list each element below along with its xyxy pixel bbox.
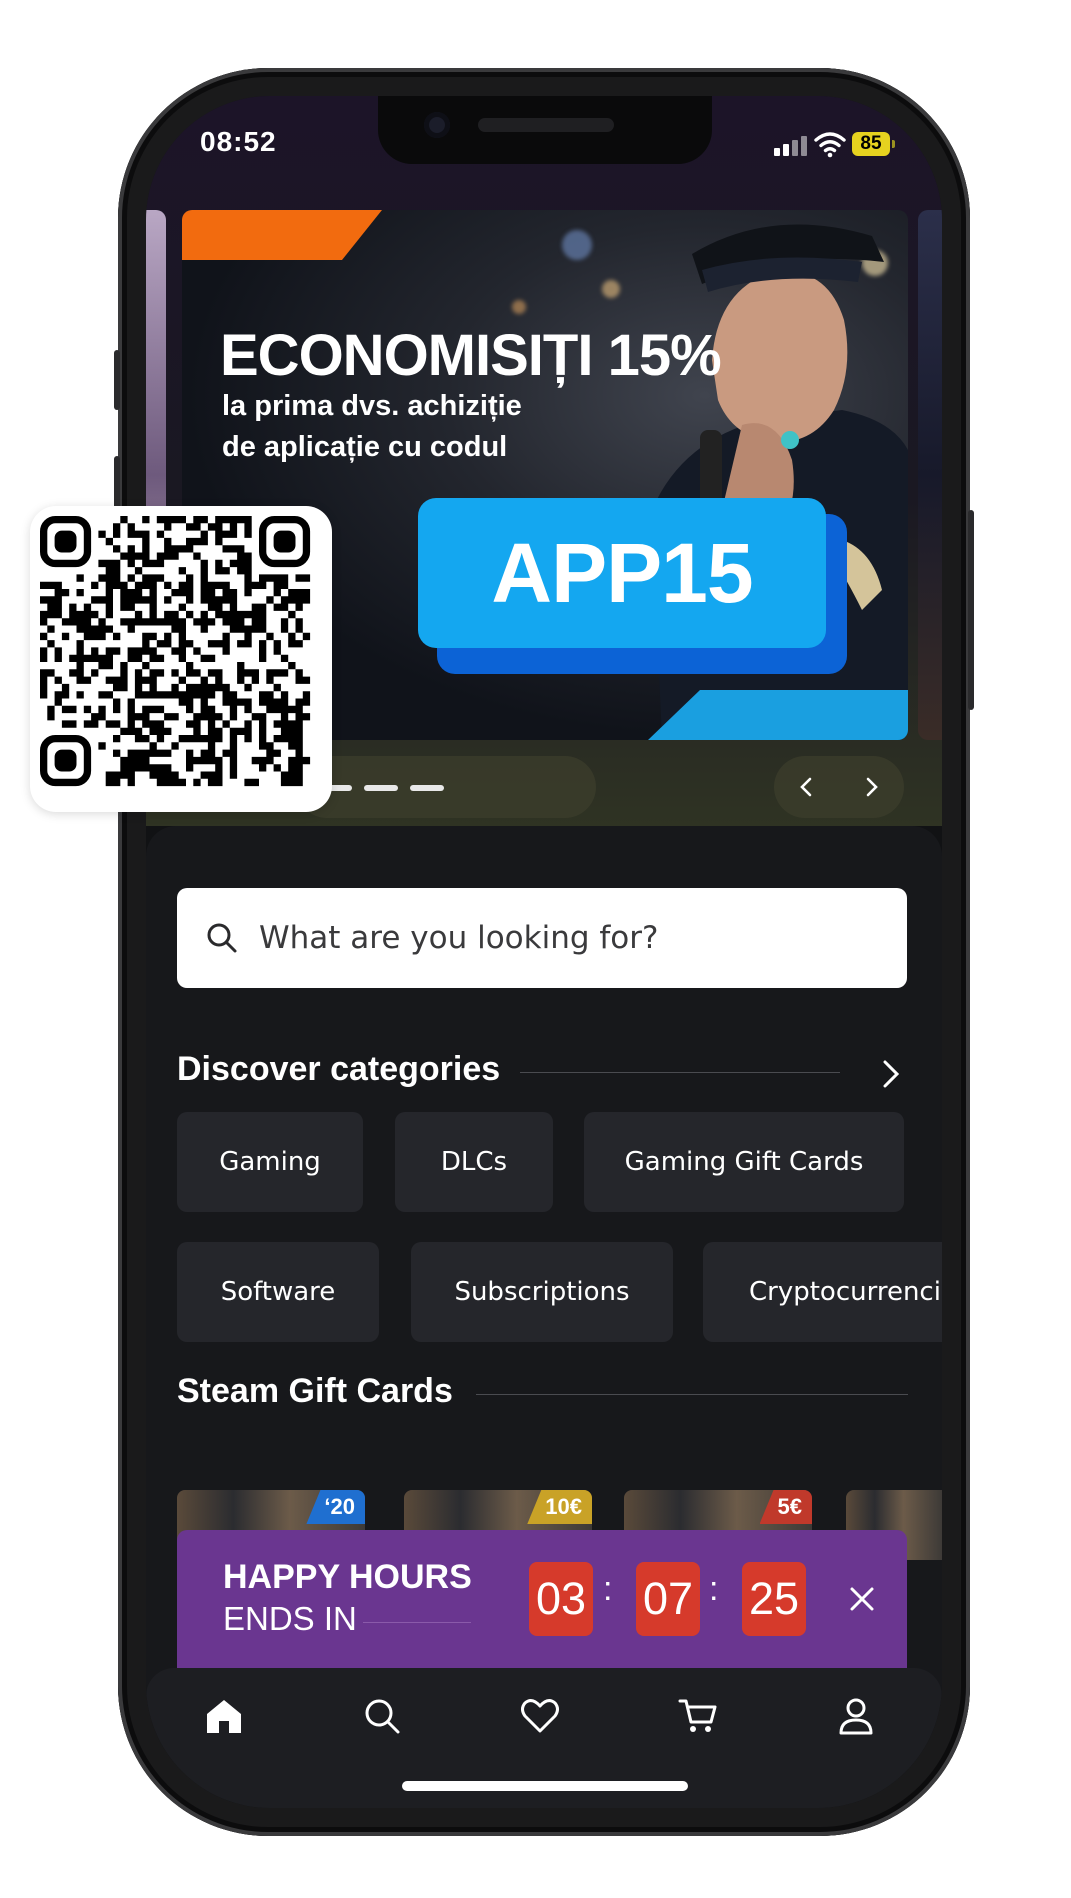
- carousel-prev-button[interactable]: [780, 760, 834, 814]
- nav-home[interactable]: [194, 1686, 254, 1746]
- phone-notch: [378, 96, 712, 164]
- search-icon: [207, 923, 237, 953]
- nav-search[interactable]: [352, 1686, 412, 1746]
- chevron-right-icon: [866, 777, 878, 797]
- carousel-next-button[interactable]: [844, 760, 898, 814]
- home-icon: [207, 1700, 241, 1733]
- search-icon: [365, 1699, 400, 1734]
- nav-wishlist[interactable]: [510, 1686, 570, 1746]
- search-input[interactable]: What are you looking for?: [177, 888, 907, 988]
- bokeh-light: [512, 300, 526, 314]
- category-chip-dlcs[interactable]: DLCs: [395, 1112, 553, 1212]
- next-banner-peek[interactable]: [918, 210, 942, 740]
- pagination-dot[interactable]: [410, 785, 444, 791]
- heart-icon: [521, 1699, 559, 1733]
- price-tag: 5€: [759, 1490, 812, 1524]
- phone-screen: ECONOMISIȚI 15% la prima dvs. achiziție …: [146, 96, 942, 1808]
- front-camera: [424, 112, 450, 138]
- banner-subtitle-line-1: la prima dvs. achiziție: [222, 390, 522, 422]
- happy-hours-close-button[interactable]: [837, 1574, 887, 1624]
- orange-accent-stripe: [182, 210, 382, 260]
- qr-finder-center: [54, 749, 77, 772]
- countdown-minutes: 07: [636, 1562, 700, 1636]
- categories-divider: [520, 1072, 840, 1073]
- qr-finder-center: [54, 530, 77, 553]
- category-chip-software[interactable]: Software: [177, 1242, 379, 1342]
- nav-profile[interactable]: [826, 1686, 886, 1746]
- qr-finder-center: [273, 530, 296, 553]
- status-time: 08:52: [200, 126, 277, 157]
- signal-icon: [774, 136, 810, 156]
- category-chip-subscriptions[interactable]: Subscriptions: [411, 1242, 673, 1342]
- category-chip-gaming[interactable]: Gaming: [177, 1112, 363, 1212]
- steam-divider: [476, 1394, 908, 1395]
- wifi-icon: [814, 132, 846, 158]
- profile-icon: [839, 1698, 873, 1735]
- countdown-separator: :: [603, 1570, 613, 1608]
- qr-code-card: [30, 506, 332, 812]
- happy-hours-divider: [363, 1622, 471, 1623]
- battery-indicator: 85: [852, 132, 895, 156]
- carousel-pagination: [296, 756, 596, 818]
- pagination-dot[interactable]: [364, 785, 398, 791]
- home-indicator[interactable]: [402, 1781, 688, 1791]
- banner-subtitle: la prima dvs. achiziție de aplicație cu …: [222, 386, 622, 468]
- nav-cart[interactable]: [668, 1686, 728, 1746]
- promo-code-badge[interactable]: APP15: [418, 498, 826, 648]
- happy-hours-banner[interactable]: HAPPY HOURS ENDS IN 03 : 07 : 25: [177, 1530, 907, 1668]
- category-chip-cryptocurrencies[interactable]: Cryptocurrenci: [703, 1242, 942, 1342]
- steam-gift-cards-title: Steam Gift Cards: [177, 1372, 453, 1410]
- happy-hours-subtitle: ENDS IN: [223, 1600, 357, 1637]
- bokeh-light: [562, 230, 592, 260]
- qr-code: [40, 516, 311, 787]
- banner-subtitle-line-2: de aplicație cu codul: [222, 431, 508, 463]
- close-icon: [850, 1587, 874, 1611]
- countdown-seconds: 25: [742, 1562, 806, 1636]
- earpiece-speaker: [478, 118, 614, 132]
- search-placeholder: What are you looking for?: [259, 920, 659, 956]
- categories-title: Discover categories: [177, 1050, 501, 1088]
- mute-switch: [114, 350, 120, 410]
- countdown-separator: :: [709, 1570, 719, 1608]
- happy-hours-title: HAPPY HOURS: [223, 1558, 472, 1596]
- countdown-hours: 03: [529, 1562, 593, 1636]
- price-tag: ‘20: [306, 1490, 365, 1524]
- chevron-right-icon: [883, 1060, 900, 1088]
- price-tag: 10€: [527, 1490, 592, 1524]
- category-chip-gaming-gift-cards[interactable]: Gaming Gift Cards: [584, 1112, 904, 1212]
- bokeh-light: [602, 280, 620, 298]
- carousel-navigation: [774, 756, 904, 818]
- chevron-left-icon: [800, 777, 812, 797]
- price-tag-value: 20: [330, 1494, 355, 1519]
- categories-see-all-button[interactable]: [870, 1054, 910, 1094]
- power-button: [968, 510, 974, 710]
- cart-icon: [678, 1699, 717, 1732]
- banner-headline: ECONOMISIȚI 15%: [220, 323, 722, 388]
